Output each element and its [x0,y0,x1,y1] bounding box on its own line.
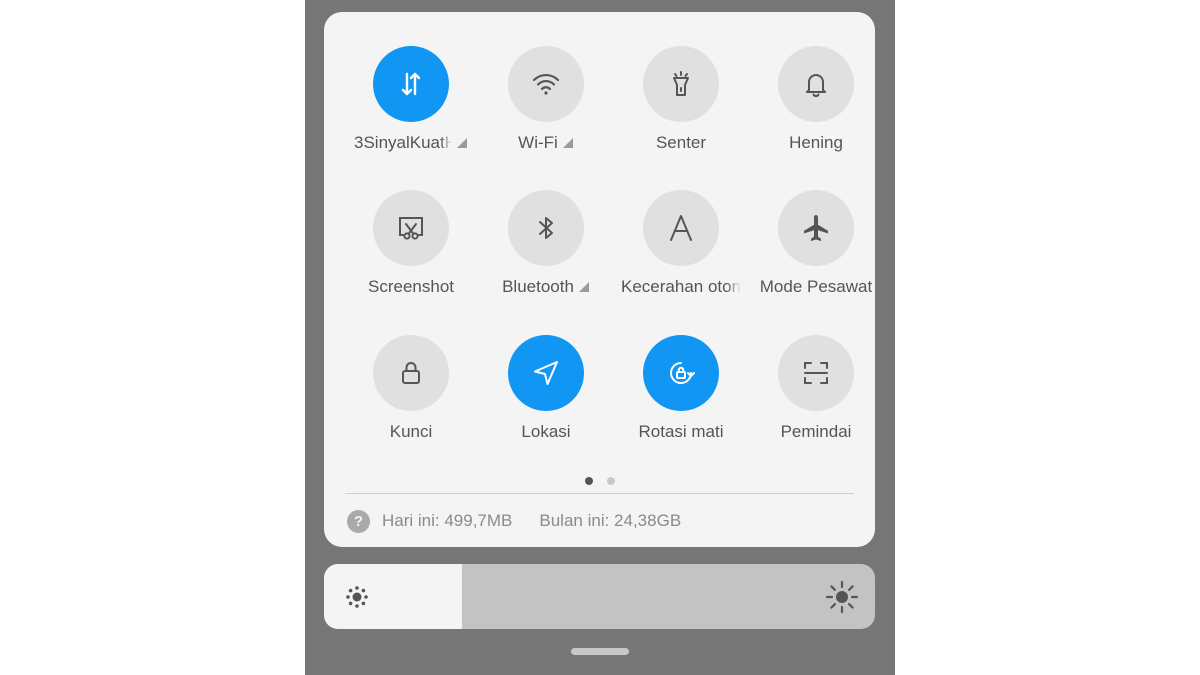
tile-label-text: Mode Pesawat [759,277,873,296]
tile-button-rotation[interactable] [643,335,719,411]
tile-label-text: Pemindai [780,422,852,441]
gesture-handle[interactable] [571,648,629,655]
tile-wifi[interactable]: Wi-Fi [478,46,614,166]
tile-button-mobile-data[interactable] [373,46,449,122]
location-arrow-icon [534,361,558,385]
tile-button-wifi[interactable] [508,46,584,122]
bluetooth-icon [539,217,553,239]
tile-mobile-data[interactable]: 3SinyalKuatH [343,46,479,166]
tile-button-lock[interactable] [373,335,449,411]
wifi-icon [532,73,560,95]
tile-label-text: Lokasi [521,422,571,441]
tile-flashlight[interactable]: Senter [613,46,749,166]
tile-button-airplane[interactable] [778,190,854,266]
tile-label-text: Rotasi mati [638,422,724,441]
phone-screen: 3SinyalKuatH Wi-Fi Senter Hening Screenshot B… [305,0,895,675]
page-dot[interactable] [584,477,593,485]
airplane-icon [804,215,828,241]
tile-location[interactable]: Lokasi [478,335,614,455]
usage-today: Hari ini: 499,7MB [382,511,513,530]
tile-bluetooth[interactable]: Bluetooth [478,190,614,310]
tile-label-text: Hening [789,133,843,152]
data-usage-summary[interactable]: ? Hari ini: 499,7MB Bulan ini: 24,38GB [347,509,681,533]
help-icon[interactable]: ? [347,509,370,533]
bell-icon [806,74,826,97]
tile-label-text: Screenshot [368,277,454,296]
tile-label-location[interactable]: Lokasi [478,422,614,442]
tile-label-rotation[interactable]: Rotasi mati [613,422,749,442]
tile-button-flashlight[interactable] [643,46,719,122]
tile-button-auto-brightness[interactable] [643,190,719,266]
tile-label-text: Kecerahan otom [621,277,741,296]
brightness-slider[interactable] [324,564,875,629]
page-dot[interactable] [606,477,615,485]
brightness-low-icon [346,586,368,608]
signal-strength-icon [578,282,589,292]
tile-label-wifi[interactable]: Wi-Fi [478,133,614,153]
tile-label-screenshot[interactable]: Screenshot [343,277,479,297]
tile-button-location[interactable] [508,335,584,411]
tile-label-scanner[interactable]: Pemindai [748,422,884,442]
tile-button-screenshot[interactable] [373,190,449,266]
lock-icon [402,362,420,384]
tile-button-scanner[interactable] [778,335,854,411]
tile-label-silent[interactable]: Hening [748,133,884,153]
tile-label-text: Wi-Fi [518,133,558,152]
tile-scanner[interactable]: Pemindai [748,335,884,455]
page-indicator [324,477,875,487]
signal-strength-icon [457,138,467,148]
tile-label-text: 3SinyalKuatH [354,133,452,152]
tile-airplane[interactable]: Mode Pesawat [748,190,884,310]
tile-label-flashlight[interactable]: Senter [613,133,749,153]
usage-month: Bulan ini: 24,38GB [539,511,682,530]
quick-settings-panel: 3SinyalKuatH Wi-Fi Senter Hening Screenshot B… [324,12,875,547]
tile-label-lock[interactable]: Kunci [343,422,479,442]
rotation-lock-icon [670,362,695,384]
auto-brightness-icon [670,215,692,241]
tile-label-auto-brightness[interactable]: Kecerahan otom [613,277,749,297]
tile-label-text: Kunci [389,422,433,441]
signal-strength-icon [562,138,573,148]
brightness-high-icon [825,580,859,614]
scanner-icon [804,362,828,384]
scissors-icon [399,217,423,240]
tile-label-bluetooth[interactable]: Bluetooth [478,277,614,297]
divider [345,493,854,494]
tile-auto-brightness[interactable]: Kecerahan otom [613,190,749,310]
tile-silent[interactable]: Hening [748,46,884,166]
tile-label-mobile-data[interactable]: 3SinyalKuatH [343,133,479,153]
tile-label-text: Senter [655,133,707,152]
tile-lock[interactable]: Kunci [343,335,479,455]
tile-rotation[interactable]: Rotasi mati [613,335,749,455]
data-arrows-icon [401,72,421,96]
tile-label-text: Bluetooth [502,277,574,296]
flashlight-icon [673,71,689,96]
tile-button-bluetooth[interactable] [508,190,584,266]
tile-screenshot[interactable]: Screenshot [343,190,479,310]
tile-label-airplane[interactable]: Mode Pesawat [748,277,884,297]
tile-button-silent[interactable] [778,46,854,122]
